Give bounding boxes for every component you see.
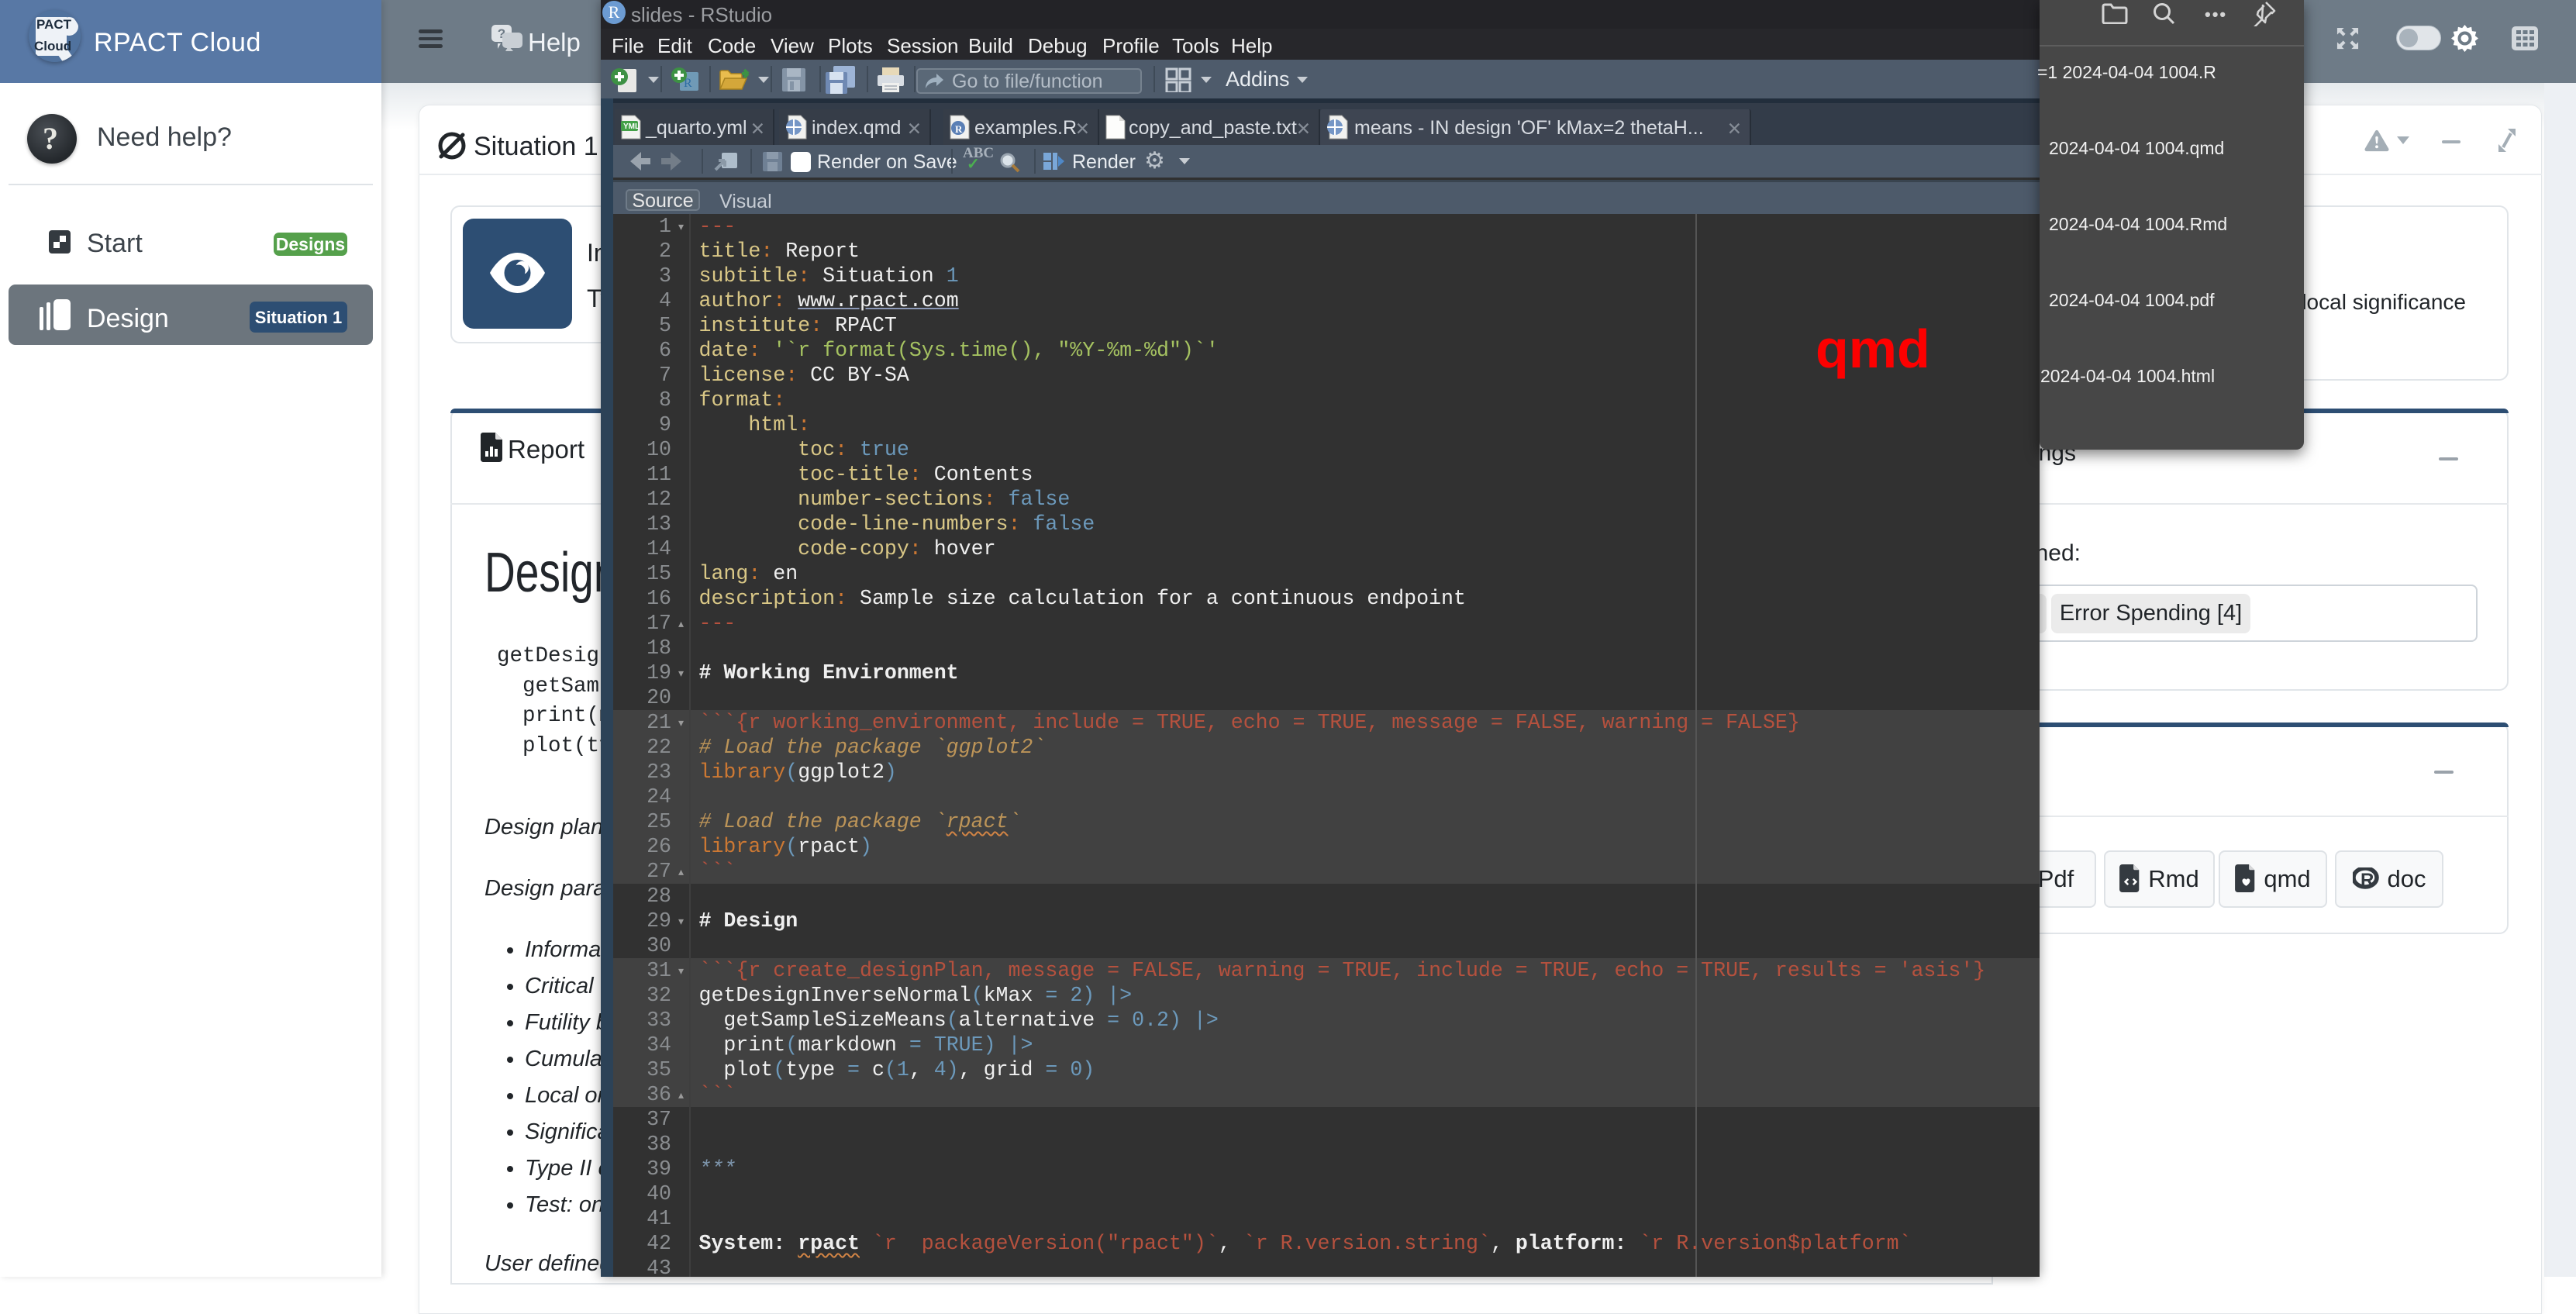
svg-text:R: R	[955, 123, 963, 135]
svg-text:R: R	[2360, 870, 2374, 890]
svg-text:YML: YML	[623, 122, 640, 131]
